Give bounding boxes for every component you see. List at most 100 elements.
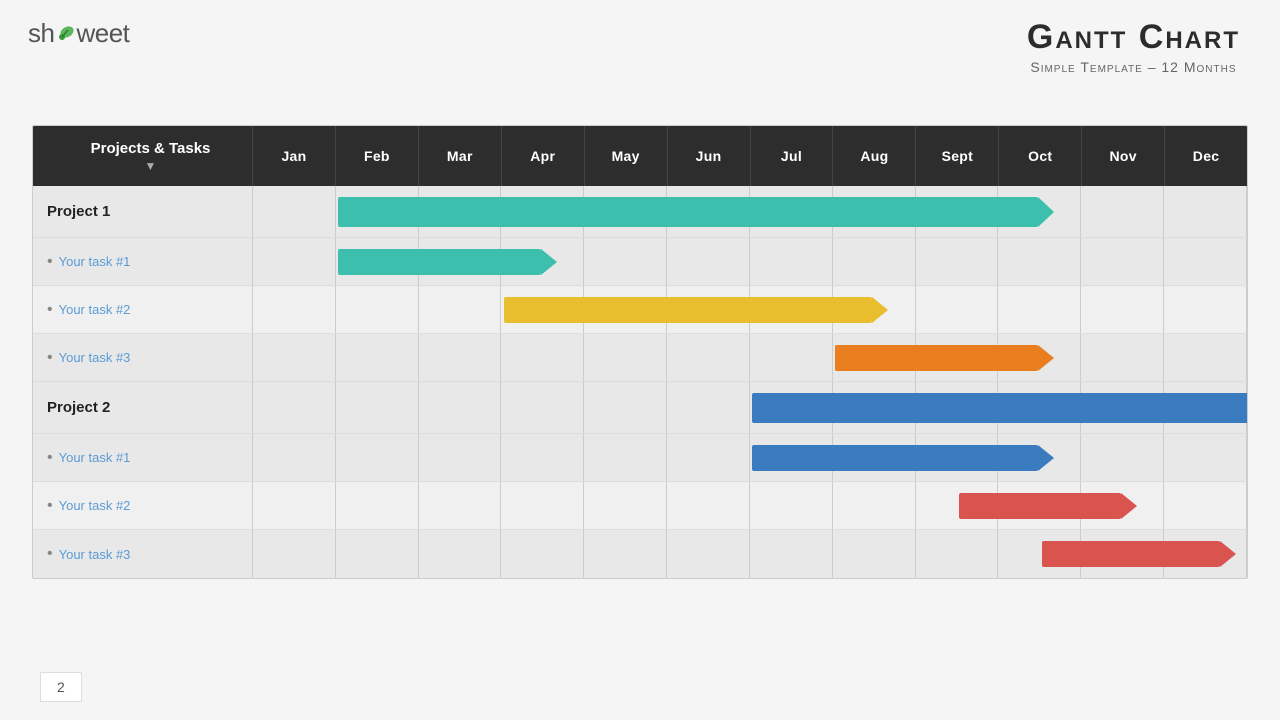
page-number: 2	[40, 672, 82, 702]
logo-text-after: weet	[76, 18, 129, 49]
month-cell-5-11	[1164, 434, 1247, 481]
col-tasks-header: Projects & Tasks ▼	[33, 126, 253, 186]
month-cell-4-1	[336, 382, 419, 433]
row-months-7	[253, 530, 1247, 578]
month-sept: Sept	[916, 126, 999, 186]
month-cell-0-3	[501, 186, 584, 237]
main-title: Gantt Chart	[1027, 18, 1240, 57]
month-cell-4-2	[419, 382, 502, 433]
month-cell-7-6	[750, 530, 833, 578]
month-cell-2-7	[833, 286, 916, 333]
month-cell-4-11	[1164, 382, 1247, 433]
month-cell-2-5	[667, 286, 750, 333]
gantt-row-5: • Your task #1	[33, 434, 1247, 482]
col-tasks-label: Projects & Tasks	[91, 140, 211, 157]
month-cell-6-11	[1164, 482, 1247, 529]
month-cell-1-8	[916, 238, 999, 285]
row-label-1: • Your task #1	[33, 238, 253, 285]
month-cell-3-5	[667, 334, 750, 381]
month-cell-0-2	[419, 186, 502, 237]
month-cell-4-6	[750, 382, 833, 433]
month-cell-7-3	[501, 530, 584, 578]
month-cell-7-0	[253, 530, 336, 578]
month-cell-0-4	[584, 186, 667, 237]
month-cell-7-4	[584, 530, 667, 578]
month-cell-4-8	[916, 382, 999, 433]
month-cell-1-10	[1081, 238, 1164, 285]
month-cell-6-5	[667, 482, 750, 529]
gantt-row-1: • Your task #1	[33, 238, 1247, 286]
month-cell-0-1	[336, 186, 419, 237]
row-label-0: Project 1	[33, 186, 253, 237]
month-cell-6-2	[419, 482, 502, 529]
month-cell-1-6	[750, 238, 833, 285]
row-label-text-0: Project 1	[47, 203, 110, 220]
month-cell-5-1	[336, 434, 419, 481]
month-cell-0-11	[1164, 186, 1247, 237]
gantt-row-4: Project 2	[33, 382, 1247, 434]
month-cell-4-7	[833, 382, 916, 433]
month-jul: Jul	[751, 126, 834, 186]
month-cell-2-3	[501, 286, 584, 333]
month-cell-1-5	[667, 238, 750, 285]
month-aug: Aug	[833, 126, 916, 186]
month-cell-4-5	[667, 382, 750, 433]
month-cell-6-3	[501, 482, 584, 529]
month-cell-0-5	[667, 186, 750, 237]
month-cell-1-9	[998, 238, 1081, 285]
month-cell-3-11	[1164, 334, 1247, 381]
month-cell-5-8	[916, 434, 999, 481]
month-jan: Jan	[253, 126, 336, 186]
row-label-text-4: Project 2	[47, 399, 110, 416]
month-cell-7-2	[419, 530, 502, 578]
row-label-2: •Your task #2	[33, 286, 253, 333]
month-cell-7-11	[1164, 530, 1247, 578]
month-cell-0-0	[253, 186, 336, 237]
month-cell-3-2	[419, 334, 502, 381]
month-cell-3-6	[750, 334, 833, 381]
row-label-text-5: Your task #1	[59, 450, 131, 465]
gantt-row-2: •Your task #2	[33, 286, 1247, 334]
task-dot-icon: •	[47, 254, 53, 270]
sort-arrow-icon: ▼	[145, 159, 157, 173]
logo: sh weet	[28, 18, 129, 49]
month-cell-3-9	[998, 334, 1081, 381]
month-cell-7-7	[833, 530, 916, 578]
sub-title: Simple Template – 12 Months	[1027, 59, 1240, 75]
month-cell-2-4	[584, 286, 667, 333]
month-cell-6-8	[916, 482, 999, 529]
row-label-7: •Your task #3	[33, 530, 253, 578]
task-dot-icon: •	[47, 498, 53, 514]
month-cell-6-10	[1081, 482, 1164, 529]
row-months-0	[253, 186, 1247, 237]
month-cell-3-1	[336, 334, 419, 381]
row-label-text-1: Your task #1	[59, 254, 131, 269]
gantt-body: Project 1•Your task #1•Your task #2•Your…	[33, 186, 1247, 578]
month-cell-4-9	[998, 382, 1081, 433]
month-cell-0-9	[998, 186, 1081, 237]
task-dot-icon: •	[47, 450, 53, 466]
month-cell-3-7	[833, 334, 916, 381]
month-feb: Feb	[336, 126, 419, 186]
month-cell-1-2	[419, 238, 502, 285]
month-cell-3-10	[1081, 334, 1164, 381]
month-cell-7-8	[916, 530, 999, 578]
month-cell-6-6	[750, 482, 833, 529]
month-cell-6-9	[998, 482, 1081, 529]
month-cell-1-11	[1164, 238, 1247, 285]
row-months-5	[253, 434, 1247, 481]
month-cell-0-7	[833, 186, 916, 237]
month-cell-5-9	[998, 434, 1081, 481]
month-mar: Mar	[419, 126, 502, 186]
task-dot-icon: •	[47, 350, 53, 366]
gantt-row-7: •Your task #3	[33, 530, 1247, 578]
month-cell-6-7	[833, 482, 916, 529]
month-cell-6-1	[336, 482, 419, 529]
month-cell-2-11	[1164, 286, 1247, 333]
month-cell-5-4	[584, 434, 667, 481]
month-cell-3-0	[253, 334, 336, 381]
month-cell-2-1	[336, 286, 419, 333]
month-cell-2-10	[1081, 286, 1164, 333]
month-cell-6-4	[584, 482, 667, 529]
month-cell-2-6	[750, 286, 833, 333]
